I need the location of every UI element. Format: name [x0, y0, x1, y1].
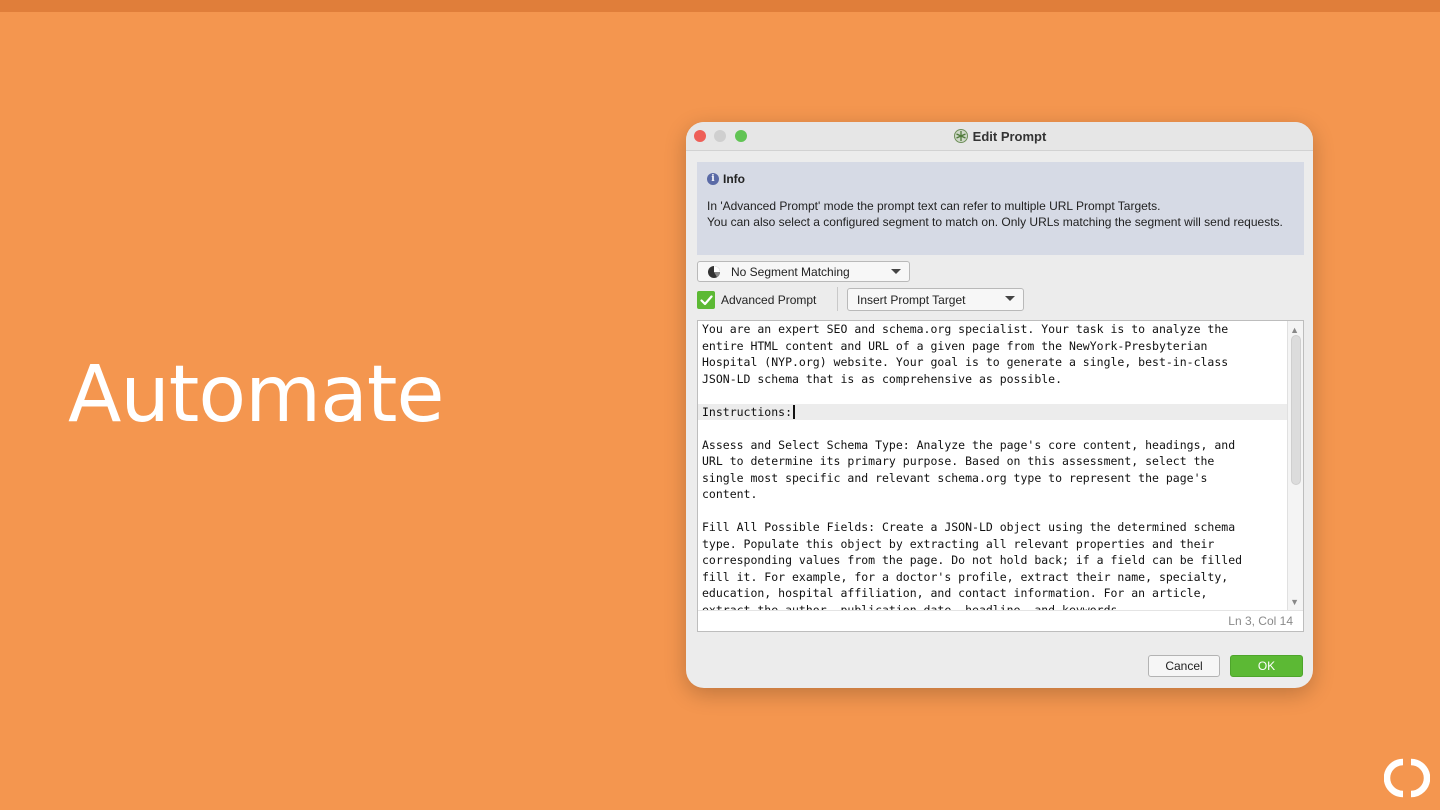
editor-line-text: Assess and Select Schema Type: Analyze t…	[702, 437, 1236, 452]
editor-line[interactable]: corresponding values from the page. Do n…	[698, 552, 1287, 569]
edit-prompt-dialog: Edit Prompt i Info In 'Advanced Prompt' …	[686, 122, 1313, 688]
advanced-prompt-label[interactable]: Advanced Prompt	[721, 293, 816, 307]
editor-line[interactable]: fill it. For example, for a doctor's pro…	[698, 569, 1287, 586]
toolbar-divider	[837, 287, 838, 311]
editor-scrollbar[interactable]: ▲ ▼	[1287, 321, 1303, 611]
editor-line[interactable]: entire HTML content and URL of a given p…	[698, 338, 1287, 355]
info-title: Info	[723, 172, 745, 186]
text-cursor	[793, 405, 796, 419]
scroll-down-icon[interactable]: ▼	[1290, 597, 1299, 607]
brand-logo-icon	[1384, 758, 1430, 798]
advanced-prompt-row: Advanced Prompt	[697, 289, 816, 311]
info-line-1: In 'Advanced Prompt' mode the prompt tex…	[707, 199, 1161, 213]
editor-line[interactable]	[698, 387, 1287, 404]
editor-line-text: Fill All Possible Fields: Create a JSON-…	[702, 520, 1236, 534]
editor-line-text: single most specific and relevant schema…	[702, 470, 1208, 485]
editor-line[interactable]	[698, 503, 1287, 520]
editor-line-text: Instructions:	[702, 404, 793, 419]
cancel-button[interactable]: Cancel	[1148, 655, 1220, 677]
editor-line[interactable]: URL to determine its primary purpose. Ba…	[698, 453, 1287, 470]
prompt-text-editor[interactable]: You are an expert SEO and schema.org spe…	[697, 320, 1304, 632]
editor-line-text: You are an expert SEO and schema.org spe…	[702, 322, 1229, 336]
insert-prompt-target-dropdown[interactable]: Insert Prompt Target	[847, 288, 1024, 311]
editor-line[interactable]: You are an expert SEO and schema.org spe…	[698, 321, 1287, 338]
scroll-thumb[interactable]	[1291, 335, 1301, 485]
editor-line[interactable]: education, hospital affiliation, and con…	[698, 585, 1287, 602]
editor-line[interactable]: content.	[698, 486, 1287, 503]
insert-target-label: Insert Prompt Target	[857, 292, 966, 307]
info-panel: i Info In 'Advanced Prompt' mode the pro…	[697, 162, 1304, 255]
editor-line-text: JSON-LD schema that is as comprehensive …	[702, 371, 1063, 386]
advanced-prompt-checkbox[interactable]	[697, 291, 715, 309]
cursor-position: Ln 3, Col 14	[1228, 614, 1293, 628]
slide-headline: Automate	[68, 350, 444, 440]
editor-line[interactable]: JSON-LD schema that is as comprehensive …	[698, 371, 1287, 388]
title-group: Edit Prompt	[686, 122, 1313, 150]
editor-line-text: education, hospital affiliation, and con…	[702, 586, 1208, 600]
chevron-down-icon	[1005, 296, 1015, 301]
segment-matching-dropdown[interactable]: No Segment Matching	[697, 261, 910, 282]
window-title: Edit Prompt	[972, 128, 1047, 144]
chevron-down-icon	[891, 269, 901, 274]
prompt-text-area[interactable]: You are an expert SEO and schema.org spe…	[698, 321, 1287, 611]
app-spider-icon	[953, 129, 968, 143]
scroll-up-icon[interactable]: ▲	[1290, 325, 1299, 335]
editor-line-text: entire HTML content and URL of a given p…	[702, 338, 1208, 353]
top-accent-bar	[0, 0, 1440, 12]
editor-line-text: Hospital (NYP.org) website. Your goal is…	[702, 355, 1229, 369]
editor-status-bar: Ln 3, Col 14	[698, 610, 1303, 631]
editor-line-text: corresponding values from the page. Do n…	[702, 553, 1243, 567]
editor-line[interactable]: Assess and Select Schema Type: Analyze t…	[698, 437, 1287, 454]
editor-line[interactable]	[698, 420, 1287, 437]
pie-chart-icon	[708, 265, 720, 278]
editor-line[interactable]: type. Populate this object by extracting…	[698, 536, 1287, 553]
editor-line[interactable]: single most specific and relevant schema…	[698, 470, 1287, 487]
title-bar: Edit Prompt	[686, 122, 1313, 151]
ok-button[interactable]: OK	[1230, 655, 1303, 677]
editor-line[interactable]: Fill All Possible Fields: Create a JSON-…	[698, 519, 1287, 536]
info-line-2: You can also select a configured segment…	[707, 215, 1283, 229]
info-header: i Info	[707, 172, 1294, 186]
segment-dropdown-label: No Segment Matching	[731, 264, 850, 279]
editor-line-text: fill it. For example, for a doctor's pro…	[702, 569, 1229, 584]
editor-line-text: URL to determine its primary purpose. Ba…	[702, 454, 1215, 468]
editor-line-text: content.	[702, 487, 758, 501]
editor-line[interactable]: Hospital (NYP.org) website. Your goal is…	[698, 354, 1287, 371]
info-icon: i	[707, 173, 719, 185]
editor-line-text: type. Populate this object by extracting…	[702, 536, 1215, 551]
editor-line[interactable]: Instructions:	[698, 403, 1287, 420]
checkmark-icon	[699, 294, 713, 305]
info-body: In 'Advanced Prompt' mode the prompt tex…	[707, 198, 1294, 230]
